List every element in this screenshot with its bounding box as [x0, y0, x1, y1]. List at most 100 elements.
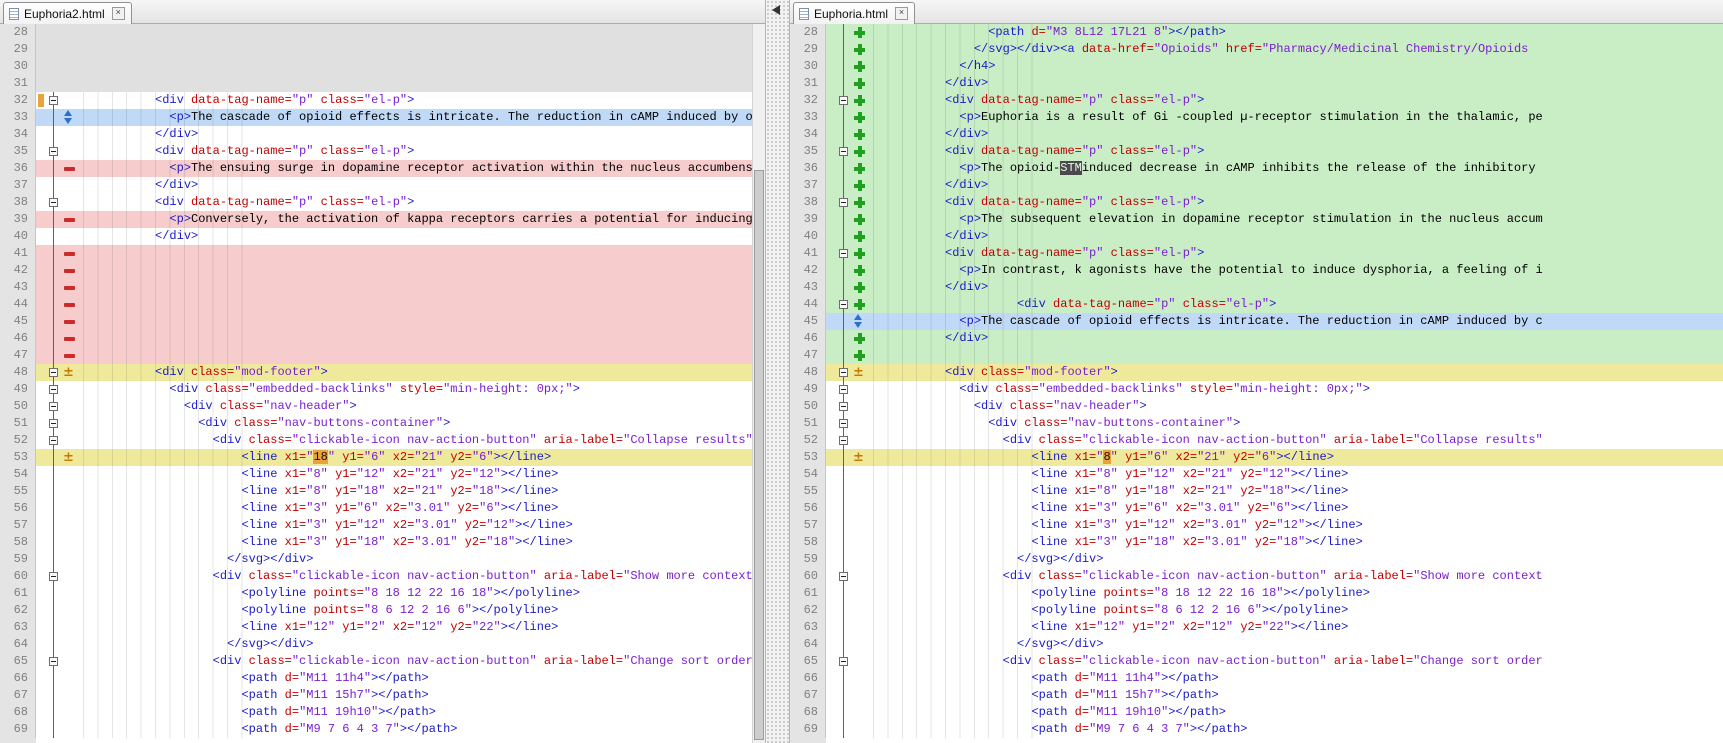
code-line[interactable]: <line x1="8" y1="6" x2="21" y2="6"></lin…	[867, 449, 1723, 466]
code-line[interactable]: <path d="M11 19h10"></path>	[867, 704, 1723, 721]
line-number[interactable]: 69	[790, 721, 826, 738]
line-number[interactable]: 40	[790, 228, 826, 245]
fold-collapse-icon[interactable]	[839, 96, 848, 105]
line-number[interactable]: 44	[0, 296, 36, 313]
code-line[interactable]: </div>	[77, 228, 752, 245]
line-number[interactable]: 52	[790, 432, 826, 449]
code-line[interactable]: <p>The cascade of opioid effects is intr…	[867, 313, 1723, 330]
code-line[interactable]: <div class="mod-footer">	[867, 364, 1723, 381]
line-number[interactable]: 60	[790, 568, 826, 585]
code-line[interactable]: <div class="clickable-icon nav-action-bu…	[867, 568, 1723, 585]
line-number[interactable]: 43	[790, 279, 826, 296]
line-number[interactable]: 32	[0, 92, 36, 109]
code-line[interactable]: <div class="embedded-backlinks" style="m…	[867, 381, 1723, 398]
code-line[interactable]: <div class="mod-footer">	[77, 364, 752, 381]
line-number[interactable]: 36	[0, 160, 36, 177]
line-number[interactable]: 59	[790, 551, 826, 568]
line-number[interactable]: 38	[790, 194, 826, 211]
line-number[interactable]: 40	[0, 228, 36, 245]
code-line[interactable]: <path d="M9 7 6 4 3 7"></path>	[77, 721, 752, 738]
line-number[interactable]: 64	[0, 636, 36, 653]
line-number[interactable]: 49	[0, 381, 36, 398]
code-line[interactable]: <line x1="8" y1="12" x2="21" y2="12"></l…	[867, 466, 1723, 483]
code-line[interactable]	[77, 58, 752, 75]
line-number[interactable]: 59	[0, 551, 36, 568]
code-line[interactable]: </div>	[867, 126, 1723, 143]
line-number[interactable]: 32	[790, 92, 826, 109]
line-number[interactable]: 29	[0, 41, 36, 58]
code-line[interactable]: </div>	[867, 330, 1723, 347]
line-number[interactable]: 56	[0, 500, 36, 517]
fold-collapse-icon[interactable]	[49, 657, 58, 666]
fold-collapse-icon[interactable]	[839, 657, 848, 666]
line-number[interactable]: 47	[790, 347, 826, 364]
fold-collapse-icon[interactable]	[839, 402, 848, 411]
fold-collapse-icon[interactable]	[49, 147, 58, 156]
code-line[interactable]: <div class="clickable-icon nav-action-bu…	[77, 568, 752, 585]
line-number[interactable]: 57	[790, 517, 826, 534]
code-line[interactable]: </div>	[867, 177, 1723, 194]
code-line[interactable]: </div>	[77, 177, 752, 194]
code-line[interactable]: </div>	[77, 126, 752, 143]
line-number[interactable]: 33	[0, 109, 36, 126]
line-number[interactable]: 28	[790, 24, 826, 41]
line-number[interactable]: 65	[790, 653, 826, 670]
code-line[interactable]: <path d="M11 19h10"></path>	[77, 704, 752, 721]
line-number[interactable]: 30	[0, 58, 36, 75]
code-line[interactable]	[77, 279, 752, 296]
line-number[interactable]: 68	[0, 704, 36, 721]
line-number[interactable]: 61	[790, 585, 826, 602]
line-number[interactable]: 48	[0, 364, 36, 381]
line-number[interactable]: 52	[0, 432, 36, 449]
code-line[interactable]: <p>Euphoria is a result of Gi -coupled µ…	[867, 109, 1723, 126]
code-line[interactable]: <div data-tag-name="p" class="el-p">	[867, 296, 1723, 313]
line-number[interactable]: 61	[0, 585, 36, 602]
tab-euphoria2-html[interactable]: Euphoria2.html ×	[3, 2, 132, 24]
code-line[interactable]: <polyline points="8 6 12 2 16 6"></polyl…	[867, 602, 1723, 619]
line-number[interactable]: 45	[790, 313, 826, 330]
code-line[interactable]: <line x1="8" y1="12" x2="21" y2="12"></l…	[77, 466, 752, 483]
code-line[interactable]: <path d="M11 15h7"></path>	[867, 687, 1723, 704]
fold-collapse-icon[interactable]	[839, 368, 848, 377]
code-line[interactable]: <p>The ensuing surge in dopamine recepto…	[77, 160, 752, 177]
line-number[interactable]: 57	[0, 517, 36, 534]
fold-collapse-icon[interactable]	[49, 419, 58, 428]
line-number[interactable]: 46	[790, 330, 826, 347]
line-number[interactable]: 34	[0, 126, 36, 143]
code-line[interactable]: <line x1="3" y1="6" x2="3.01" y2="6"></l…	[867, 500, 1723, 517]
fold-collapse-icon[interactable]	[49, 436, 58, 445]
line-number[interactable]: 37	[0, 177, 36, 194]
code-line[interactable]: <line x1="8" y1="18" x2="21" y2="18"></l…	[867, 483, 1723, 500]
code-line[interactable]: </svg></div><a data-href="Opioids" href=…	[867, 41, 1723, 58]
code-line[interactable]: <line x1="18" y1="6" x2="21" y2="6"></li…	[77, 449, 752, 466]
code-line[interactable]: <div data-tag-name="p" class="el-p">	[77, 92, 752, 109]
line-number[interactable]: 69	[0, 721, 36, 738]
code-line[interactable]: <div class="embedded-backlinks" style="m…	[77, 381, 752, 398]
line-number[interactable]: 44	[790, 296, 826, 313]
code-line[interactable]	[77, 296, 752, 313]
fold-collapse-icon[interactable]	[839, 385, 848, 394]
line-number[interactable]: 68	[790, 704, 826, 721]
code-line[interactable]: </div>	[867, 228, 1723, 245]
code-line[interactable]: </svg></div>	[77, 636, 752, 653]
code-line[interactable]: <div data-tag-name="p" class="el-p">	[867, 92, 1723, 109]
code-line[interactable]: <div class="nav-buttons-container">	[867, 415, 1723, 432]
line-number[interactable]: 55	[790, 483, 826, 500]
line-number[interactable]: 49	[790, 381, 826, 398]
code-line[interactable]: <p>The subsequent elevation in dopamine …	[867, 211, 1723, 228]
line-number[interactable]: 53	[0, 449, 36, 466]
line-number[interactable]: 38	[0, 194, 36, 211]
fold-collapse-icon[interactable]	[49, 368, 58, 377]
line-number[interactable]: 55	[0, 483, 36, 500]
line-number[interactable]: 54	[0, 466, 36, 483]
code-line[interactable]	[77, 330, 752, 347]
line-number[interactable]: 33	[790, 109, 826, 126]
line-number[interactable]: 63	[790, 619, 826, 636]
code-line[interactable]	[77, 245, 752, 262]
fold-collapse-icon[interactable]	[49, 402, 58, 411]
line-number[interactable]: 62	[0, 602, 36, 619]
code-line[interactable]: <p>Conversely, the activation of kappa r…	[77, 211, 752, 228]
fold-collapse-icon[interactable]	[49, 198, 58, 207]
line-number[interactable]: 41	[0, 245, 36, 262]
line-number[interactable]: 30	[790, 58, 826, 75]
